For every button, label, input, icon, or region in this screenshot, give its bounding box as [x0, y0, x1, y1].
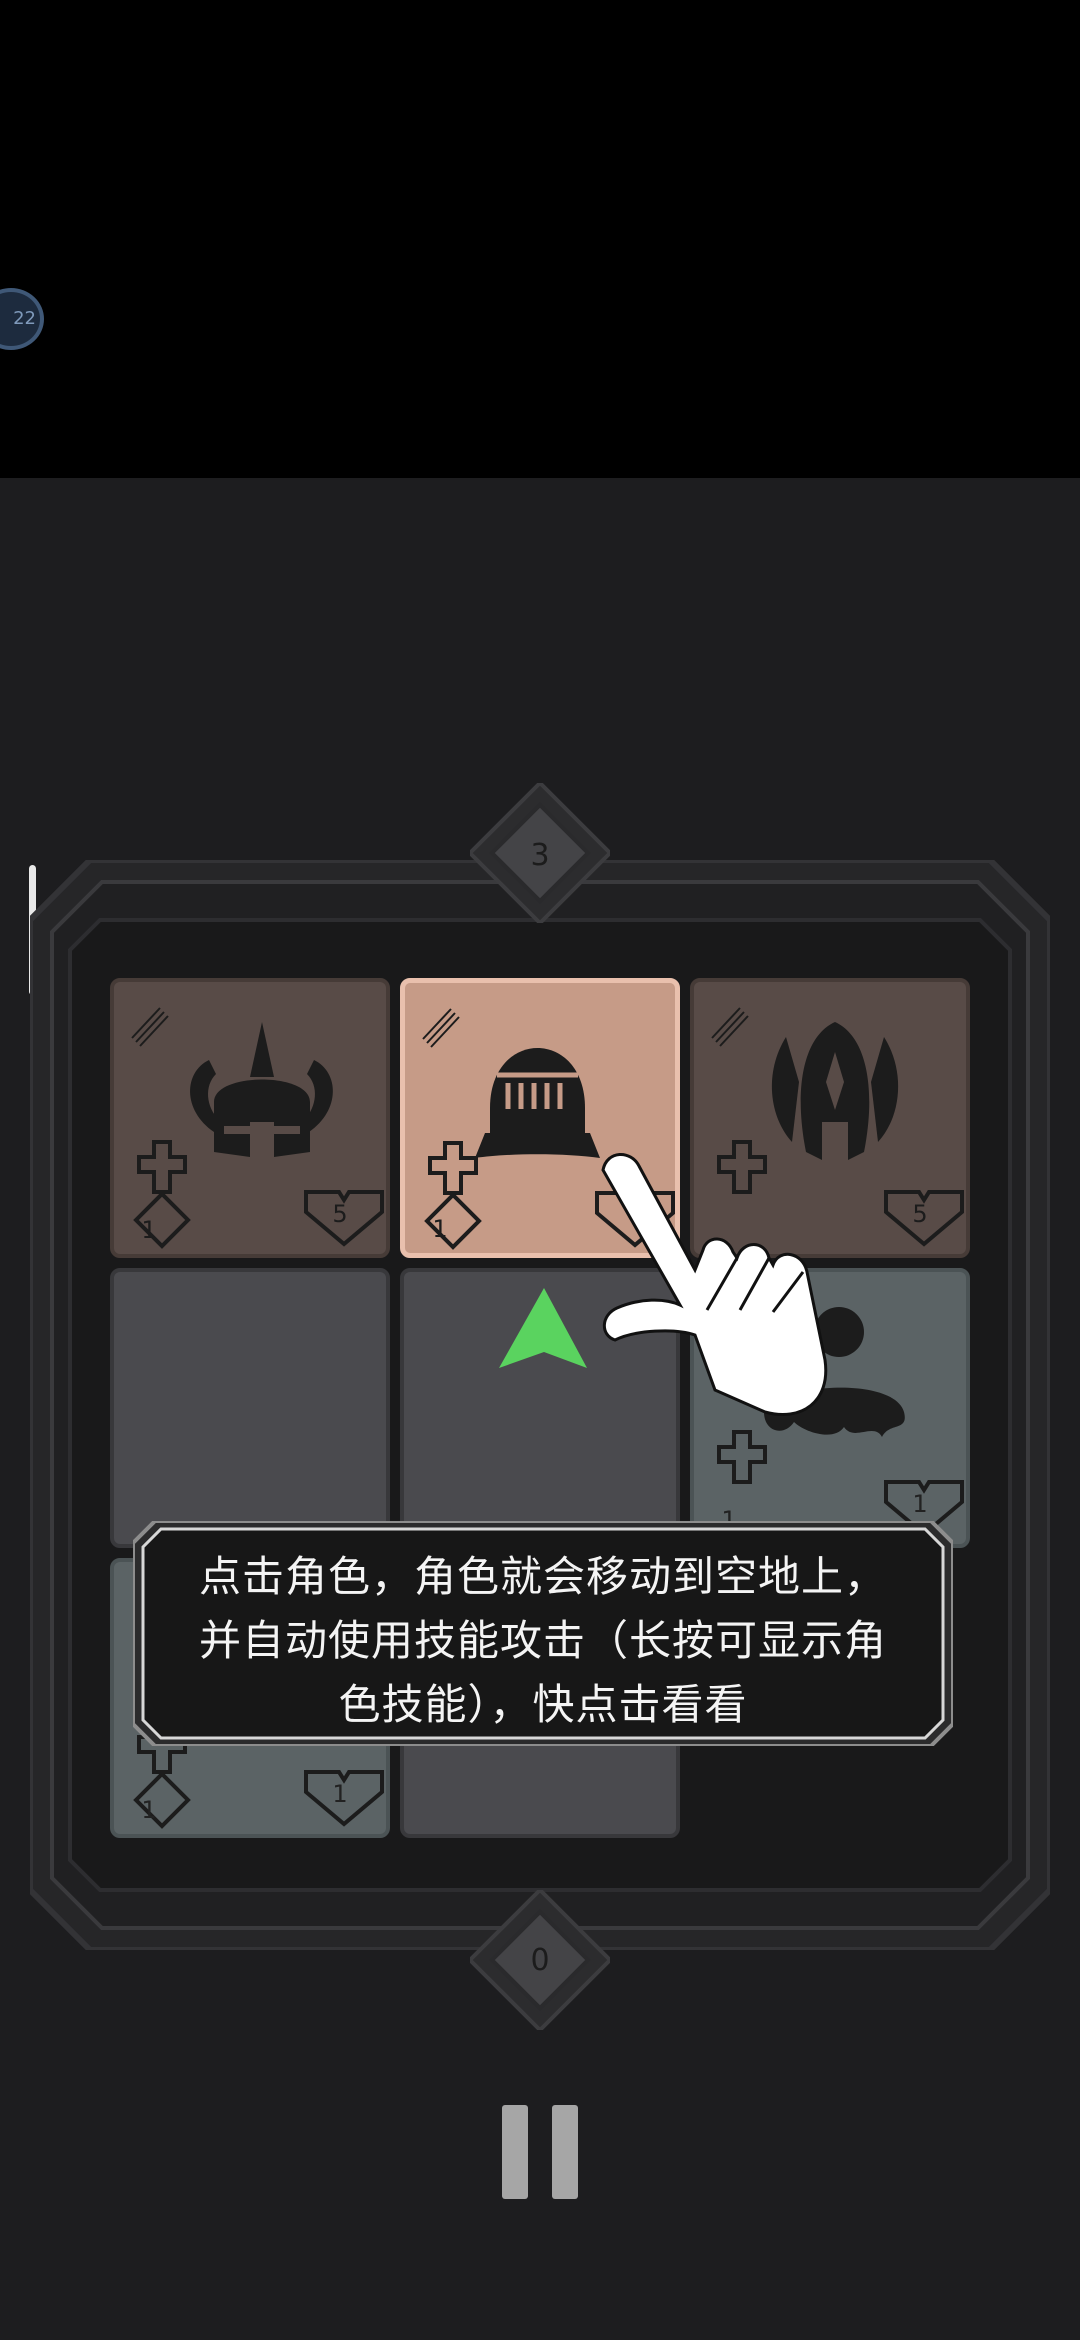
- top-black-area: [0, 0, 1080, 478]
- pause-icon-bar-right: [552, 2105, 578, 2199]
- top-counter-value: 3: [530, 838, 550, 873]
- health-value: 1: [332, 1780, 348, 1808]
- game-screen: 22 3 1 5 1 5 1 1 1 1 点击角色，角色就会移动到空地上，并自动…: [0, 0, 1080, 2340]
- empty-tile[interactable]: [110, 1268, 390, 1548]
- tutorial-text: 点击角色，角色就会移动到空地上，并自动使用技能攻击（长按可显示角色技能），快点击…: [198, 1552, 887, 1729]
- health-value: 5: [912, 1200, 928, 1228]
- bottom-counter-value: 0: [530, 1943, 550, 1978]
- attack-value: 1: [141, 1796, 157, 1824]
- hero-tile-horned[interactable]: 1 5: [110, 978, 390, 1258]
- pause-icon-bar-left: [502, 2105, 528, 2199]
- pause-button[interactable]: [502, 2105, 578, 2199]
- health-value: 1: [912, 1490, 928, 1518]
- tutorial-tooltip: 点击角色，角色就会移动到空地上，并自动使用技能攻击（长按可显示角色技能），快点击…: [131, 1519, 955, 1748]
- attack-value: 1: [432, 1215, 448, 1243]
- health-value: 5: [332, 1200, 348, 1228]
- tap-hand-icon: [601, 1153, 828, 1417]
- attack-value: 1: [141, 1216, 157, 1244]
